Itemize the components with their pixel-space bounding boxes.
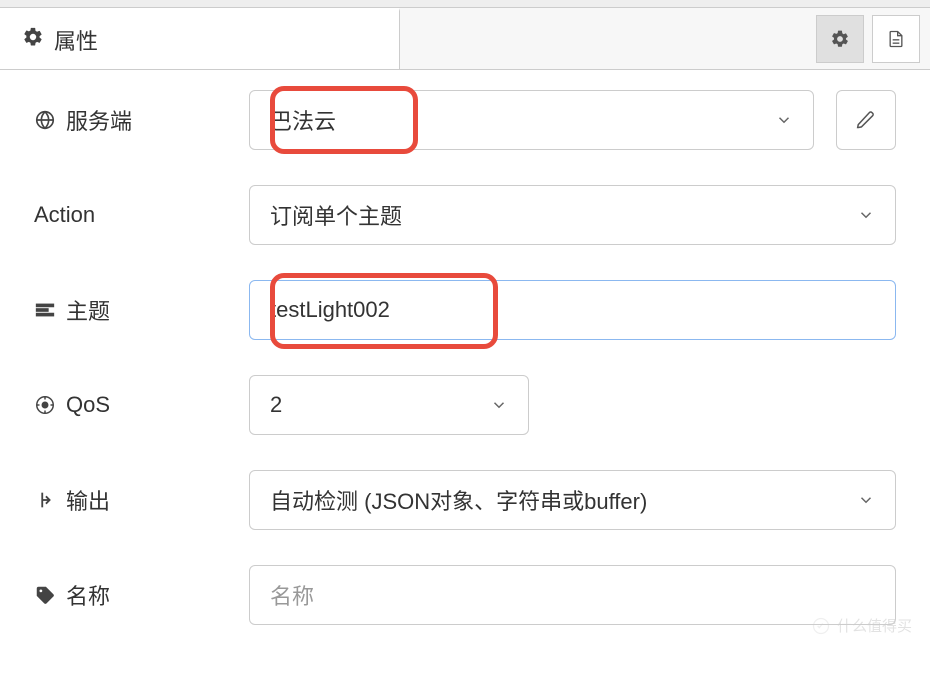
- qos-select[interactable]: 2: [249, 375, 529, 435]
- label-action: Action: [34, 202, 249, 228]
- chevron-down-icon: [490, 396, 508, 414]
- server-value: 巴法云: [270, 104, 336, 136]
- name-input[interactable]: 名称: [249, 565, 896, 625]
- chevron-down-icon: [857, 206, 875, 224]
- row-name: 名称 名称: [34, 565, 896, 625]
- output-select[interactable]: 自动检测 (JSON对象、字符串或buffer): [249, 470, 896, 530]
- label-topic-text: 主题: [66, 294, 110, 326]
- row-output: 输出 自动检测 (JSON对象、字符串或buffer): [34, 470, 896, 530]
- topic-input[interactable]: testLight002: [249, 280, 896, 340]
- label-topic: 主题: [34, 294, 249, 326]
- label-output-text: 输出: [66, 484, 110, 516]
- row-topic: 主题 testLight002: [34, 280, 896, 340]
- label-name-text: 名称: [66, 579, 110, 611]
- chevron-down-icon: [857, 491, 875, 509]
- label-server-text: 服务端: [66, 104, 132, 136]
- server-select[interactable]: 巴法云: [249, 90, 814, 150]
- action-select[interactable]: 订阅单个主题: [249, 185, 896, 245]
- header-row: 属性: [0, 8, 930, 70]
- edit-server-button[interactable]: [836, 90, 896, 150]
- settings-button[interactable]: [816, 15, 864, 63]
- label-server: 服务端: [34, 104, 249, 136]
- label-output: 输出: [34, 484, 249, 516]
- qos-value: 2: [270, 392, 282, 418]
- label-qos: QoS: [34, 392, 249, 418]
- globe-icon: [34, 109, 56, 131]
- chevron-down-icon: [775, 111, 793, 129]
- topic-icon: [34, 299, 56, 321]
- row-action: Action 订阅单个主题: [34, 185, 896, 245]
- qos-icon: [34, 394, 56, 416]
- header-actions: [400, 8, 930, 69]
- topic-value: testLight002: [270, 297, 390, 323]
- document-button[interactable]: [872, 15, 920, 63]
- form-body: 服务端 巴法云 Action 订阅单个主题 主题: [0, 70, 930, 680]
- label-qos-text: QoS: [66, 392, 110, 418]
- tab-properties[interactable]: 属性: [0, 8, 400, 69]
- name-placeholder: 名称: [270, 579, 314, 611]
- tag-icon: [34, 584, 56, 606]
- output-icon: [34, 489, 56, 511]
- window-topbar: [0, 0, 930, 8]
- output-value: 自动检测 (JSON对象、字符串或buffer): [270, 484, 647, 516]
- pencil-icon: [856, 110, 876, 130]
- tab-label: 属性: [54, 24, 98, 56]
- gear-icon: [22, 26, 44, 54]
- row-qos: QoS 2: [34, 375, 896, 435]
- action-value: 订阅单个主题: [270, 199, 402, 231]
- row-server: 服务端 巴法云: [34, 90, 896, 150]
- label-action-text: Action: [34, 202, 95, 228]
- label-name: 名称: [34, 579, 249, 611]
